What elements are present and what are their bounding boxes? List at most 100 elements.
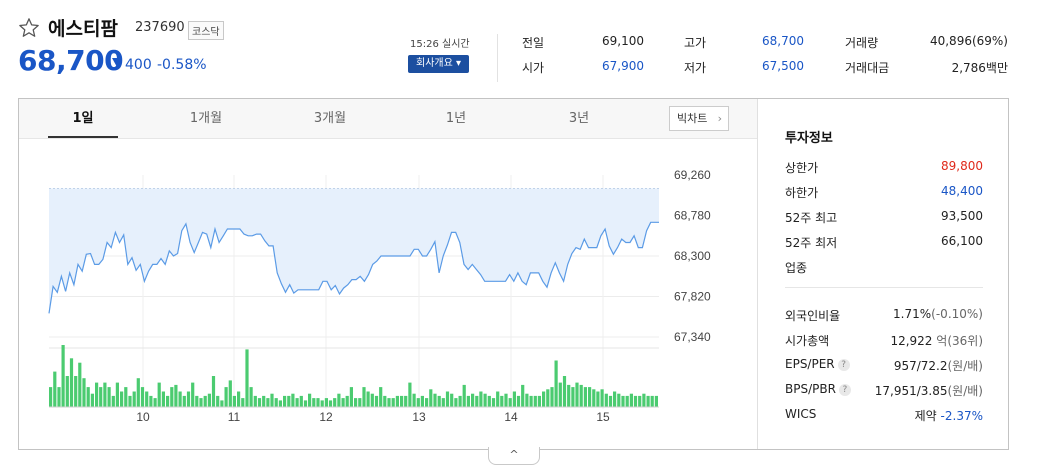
- help-icon[interactable]: ?: [838, 384, 851, 396]
- volume-bar: [508, 398, 512, 407]
- stat-label: 저가: [684, 61, 707, 75]
- volume-bar: [53, 371, 57, 407]
- volume-bar: [471, 393, 475, 407]
- tab-3-years[interactable]: 3년: [544, 99, 614, 139]
- info-label: 시가총액: [785, 334, 830, 348]
- volume-bar: [90, 393, 94, 407]
- volume-bar: [328, 400, 333, 407]
- volume-bar: [429, 389, 433, 407]
- chevron-right-icon: ›: [717, 112, 722, 125]
- volume-bar: [174, 384, 178, 407]
- tab-1-year[interactable]: 1년: [421, 99, 491, 139]
- stat-value: 2,786백만: [951, 61, 1008, 75]
- volume-bar: [349, 387, 353, 407]
- info-value: 93,500: [941, 209, 983, 223]
- volume-bar: [145, 391, 149, 407]
- volume-bar: [337, 393, 341, 407]
- info-label: WICS: [785, 407, 817, 421]
- volume-bar: [621, 395, 625, 407]
- period-tabs: 1일 1개월 3개월 1년 3년 빅차트 ›: [19, 99, 757, 139]
- stock-code: 237690: [135, 20, 185, 35]
- volume-bar: [320, 400, 324, 407]
- volume-bar: [86, 387, 90, 407]
- volume-bar: [74, 376, 78, 407]
- collapse-button[interactable]: ^: [488, 447, 540, 465]
- tab-1-month[interactable]: 1개월: [171, 99, 241, 139]
- volume-bar: [291, 393, 295, 407]
- volume-bar: [579, 384, 583, 407]
- volume-bar: [491, 398, 496, 407]
- info-value: 48,400: [941, 184, 983, 198]
- tab-1-day[interactable]: 1일: [48, 99, 118, 139]
- volume-bar: [633, 395, 638, 407]
- volume-bar: [115, 382, 119, 407]
- volume-bar: [512, 391, 516, 407]
- volume-bar: [650, 395, 654, 407]
- volume-bar: [437, 395, 441, 407]
- tab-3-months[interactable]: 3개월: [295, 99, 365, 139]
- volume-bar: [604, 393, 608, 407]
- help-icon[interactable]: ?: [837, 359, 850, 371]
- volume-bar: [111, 395, 115, 407]
- volume-bar: [182, 395, 186, 407]
- wics-industry-link[interactable]: 제약: [915, 409, 937, 423]
- price-area: [49, 188, 659, 314]
- volume-bar: [303, 400, 308, 407]
- stat-value: 67,500: [762, 59, 804, 73]
- favorite-star-icon[interactable]: [18, 17, 40, 39]
- stat-label: 거래량: [845, 36, 879, 50]
- volume-bar: [237, 391, 241, 407]
- info-label: BPS/PBR: [785, 382, 836, 396]
- volume-bar: [211, 376, 216, 407]
- x-tick-label: 15: [596, 410, 610, 424]
- volume-bar: [400, 395, 404, 407]
- volume-bar: [425, 398, 429, 407]
- big-chart-button[interactable]: 빅차트 ›: [669, 106, 729, 131]
- volume-bar: [416, 398, 420, 407]
- volume-bar: [458, 395, 462, 407]
- info-value: 1.71%: [893, 307, 932, 321]
- volume-bar: [228, 380, 232, 407]
- volume-bar: [504, 393, 508, 407]
- price-change: 400: [125, 57, 152, 73]
- volume-bar: [379, 387, 383, 407]
- info-value: 17,951/3.85: [874, 384, 948, 398]
- info-label: EPS/PER: [785, 357, 835, 371]
- panel-divider: [757, 99, 758, 449]
- volume-bar: [69, 358, 74, 407]
- volume-bar: [533, 395, 537, 407]
- volume-bar: [454, 398, 458, 407]
- volume-bar: [391, 398, 395, 407]
- volume-bar: [462, 384, 466, 407]
- volume-bar: [588, 387, 592, 407]
- y-tick-label: 68,300: [674, 249, 711, 263]
- volume-bar: [324, 398, 328, 407]
- company-overview-button[interactable]: 회사개요 ▾: [408, 55, 469, 73]
- volume-bar: [562, 376, 567, 407]
- volume-bar: [521, 384, 525, 407]
- info-label: 업종: [785, 261, 808, 275]
- price-change-rate: -0.58%: [157, 57, 207, 73]
- volume-bar: [99, 387, 103, 407]
- volume-bar: [575, 382, 579, 407]
- volume-bar: [341, 398, 345, 407]
- volume-bar: [592, 389, 596, 407]
- down-arrow-icon: [112, 58, 122, 67]
- y-tick-label: 68,780: [674, 209, 711, 223]
- volume-bar: [132, 391, 136, 407]
- x-tick-label: 14: [504, 410, 518, 424]
- volume-bar: [550, 387, 554, 407]
- volume-bar: [287, 395, 291, 407]
- info-value: 12,922: [890, 334, 933, 348]
- volume-bar: [558, 382, 562, 407]
- stat-value: 40,896(69%): [929, 34, 1008, 48]
- info-sub: 억(36위): [936, 334, 983, 348]
- x-tick-label: 13: [412, 410, 426, 424]
- volume-bar: [245, 349, 249, 407]
- volume-bar: [207, 393, 211, 407]
- volume-bar: [629, 393, 633, 407]
- info-sub: (원/배): [947, 384, 984, 398]
- volume-bar: [157, 382, 161, 407]
- volume-bar: [596, 391, 600, 407]
- volume-bar: [450, 393, 454, 407]
